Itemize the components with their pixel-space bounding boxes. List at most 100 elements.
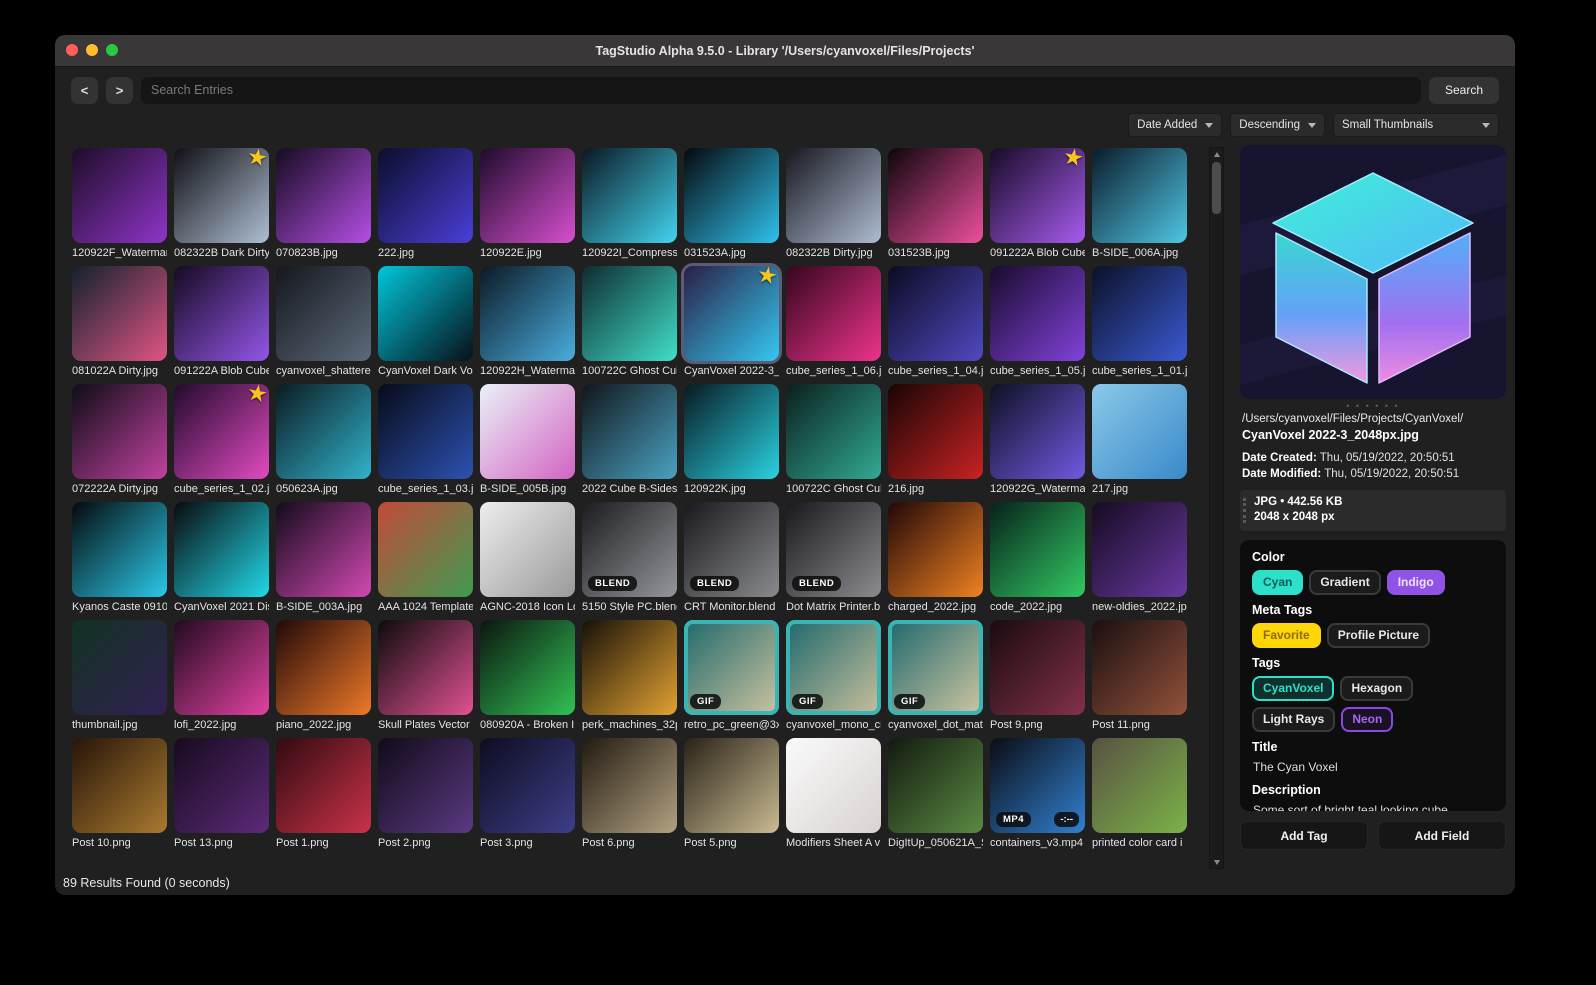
grid-item[interactable]: ★ cube_series_1_02.j [174, 378, 270, 497]
thumbnail-image[interactable]: BLEND [582, 502, 677, 597]
thumbnail-image[interactable] [276, 620, 371, 715]
thumbnail-image[interactable] [786, 266, 881, 361]
grid-item[interactable]: BLEND 5150 Style PC.blend [582, 502, 677, 615]
thumbnail-image[interactable]: ★ [174, 378, 270, 479]
grid-item[interactable]: cyanvoxel_shattere [276, 266, 371, 379]
grid-item[interactable]: 081022A Dirty.jpg [72, 266, 167, 379]
thumbnail-image[interactable] [480, 384, 575, 479]
grid-item[interactable]: Post 6.png [582, 738, 677, 851]
grid-item[interactable]: cube_series_1_03.j [378, 384, 473, 497]
grid-item[interactable]: piano_2022.jpg [276, 620, 371, 733]
grid-item[interactable]: GIF retro_pc_green@3x [684, 620, 779, 733]
tag-pill[interactable]: Gradient [1309, 570, 1381, 595]
grid-item[interactable]: 070823B.jpg [276, 148, 371, 261]
thumbnail-image[interactable] [378, 384, 473, 479]
thumbnail-image[interactable]: ★ [174, 142, 270, 243]
thumbnail-image[interactable] [72, 266, 167, 361]
thumbnail-image[interactable] [174, 266, 269, 361]
thumbnail-image[interactable] [990, 384, 1085, 479]
thumbnail-image[interactable] [888, 148, 983, 243]
thumbnail-image[interactable] [888, 384, 983, 479]
thumbnail-image[interactable] [1092, 738, 1187, 833]
thumbnail-image[interactable]: ★ [990, 142, 1086, 243]
add-tag-button[interactable]: Add Tag [1240, 821, 1368, 850]
tag-pill[interactable]: Indigo [1386, 570, 1445, 595]
thumbnail-image[interactable] [888, 502, 983, 597]
thumbnail-image[interactable] [378, 502, 473, 597]
thumbnail-image[interactable] [582, 148, 677, 243]
grid-item[interactable]: 2022 Cube B-Sides [582, 384, 677, 497]
grid-item[interactable]: printed color card i [1092, 738, 1187, 851]
grid-item[interactable]: Post 2.png [378, 738, 473, 851]
thumbnail-image[interactable]: BLEND [786, 502, 881, 597]
grid-item[interactable]: Post 1.png [276, 738, 371, 851]
thumbnail-image[interactable] [174, 620, 269, 715]
grid-item[interactable]: 031523B.jpg [888, 148, 983, 261]
thumbnail-image[interactable] [1092, 266, 1187, 361]
grid-item[interactable]: DigItUp_050621A_S [888, 738, 983, 851]
thumbnail-image[interactable] [378, 620, 473, 715]
grid-item[interactable]: AAA 1024 Template [378, 502, 473, 615]
close-button[interactable] [66, 44, 78, 56]
grid-item[interactable]: charged_2022.jpg [888, 502, 983, 615]
thumbnail-image[interactable] [480, 502, 575, 597]
thumbnail-image[interactable] [480, 738, 575, 833]
tag-pill[interactable]: Hexagon [1340, 676, 1414, 701]
grid-item[interactable]: perk_machines_32p [582, 620, 677, 733]
thumbnail-image[interactable] [378, 148, 473, 243]
search-input[interactable]: Search Entries [141, 76, 1421, 104]
grid-item[interactable]: lofi_2022.jpg [174, 620, 269, 733]
forward-button[interactable]: > [106, 76, 133, 104]
thumbnail-image[interactable] [582, 266, 677, 361]
thumbnail-image[interactable] [684, 738, 779, 833]
grid-item[interactable]: Post 9.png [990, 620, 1085, 733]
sort-direction-dropdown[interactable]: Descending [1230, 113, 1325, 137]
thumbnail-image[interactable] [72, 738, 167, 833]
thumbnail-image[interactable] [1092, 502, 1187, 597]
grid-item[interactable]: Modifiers Sheet A v [786, 738, 881, 851]
grid-item[interactable]: CyanVoxel Dark Vox [378, 266, 473, 379]
thumbnail-image[interactable] [276, 266, 371, 361]
scroll-up-icon[interactable] [1210, 148, 1223, 160]
thumbnail-image[interactable] [582, 738, 677, 833]
grid-item[interactable]: 120922G_Watermar [990, 384, 1085, 497]
grid-item[interactable]: cube_series_1_01.j [1092, 266, 1187, 379]
grid-item[interactable]: Post 13.png [174, 738, 269, 851]
add-field-button[interactable]: Add Field [1378, 821, 1506, 850]
search-button[interactable]: Search [1429, 76, 1499, 104]
grid-item[interactable]: 217.jpg [1092, 384, 1187, 497]
thumbnail-image[interactable] [582, 620, 677, 715]
grid-item[interactable]: 072222A Dirty.jpg [72, 384, 167, 497]
thumbnail-image[interactable] [72, 620, 167, 715]
grid-scrollbar[interactable] [1209, 147, 1224, 869]
grid-item[interactable]: 031523A.jpg [684, 148, 779, 261]
back-button[interactable]: < [71, 76, 98, 104]
thumbnail-image[interactable]: GIF [684, 620, 779, 715]
thumbnail-image[interactable] [1092, 620, 1187, 715]
thumbnail-image[interactable] [174, 502, 269, 597]
thumbnail-image[interactable] [276, 384, 371, 479]
grid-item[interactable]: ★ 082322B Dark Dirty [174, 142, 270, 261]
grid-item[interactable]: B-SIDE_003A.jpg [276, 502, 371, 615]
thumb-size-dropdown[interactable]: Small Thumbnails [1333, 113, 1499, 137]
grid-item[interactable]: ★ 091222A Blob Cube [990, 142, 1086, 261]
grid-item[interactable]: Post 11.png [1092, 620, 1187, 733]
drag-handle-icon[interactable] [1243, 498, 1250, 523]
thumbnail-image[interactable]: BLEND [684, 502, 779, 597]
grid-item[interactable]: 100722C Ghost Cub [786, 384, 881, 497]
scroll-down-icon[interactable] [1210, 856, 1223, 868]
grid-item[interactable]: 082322B Dirty.jpg [786, 148, 881, 261]
thumbnail-image[interactable] [72, 384, 167, 479]
grid-item[interactable]: 120922H_Watermar [480, 266, 575, 379]
minimize-button[interactable] [86, 44, 98, 56]
thumbnail-image[interactable] [378, 266, 473, 361]
thumbnail-image[interactable] [480, 266, 575, 361]
thumbnail-image[interactable] [276, 148, 371, 243]
thumbnail-image[interactable] [786, 148, 881, 243]
grid-item[interactable]: code_2022.jpg [990, 502, 1085, 615]
grid-item[interactable]: 120922E.jpg [480, 148, 575, 261]
resize-handle[interactable]: • • • • • • [1240, 401, 1506, 411]
sort-field-dropdown[interactable]: Date Added [1128, 113, 1223, 137]
grid-item[interactable]: CyanVoxel 2021 Dis [174, 502, 269, 615]
thumbnail-image[interactable] [276, 738, 371, 833]
